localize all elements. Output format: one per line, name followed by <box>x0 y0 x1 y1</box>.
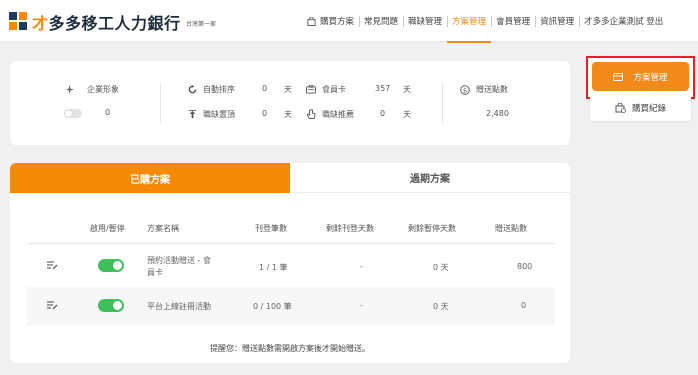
column-header-remaining-post-days: 剩餘刊登天數 <box>326 224 374 233</box>
table-row: 平台上線註冊活動 0 / 100 筆 - 0 天 0 <box>27 287 555 325</box>
tab-purchased-plans[interactable]: 已購方案 <box>10 163 290 193</box>
stat-label: 職缺置頂 <box>203 110 235 119</box>
notice-text: 提醒您：贈送點數需開啟方案後才開始贈送。 <box>210 344 370 353</box>
nav-label: 方案管理 <box>452 17 487 27</box>
nav-label: 資訊管理 <box>540 17 575 27</box>
card-icon <box>613 72 624 81</box>
plan-name: 預約活動贈送 - 會 員卡 <box>147 255 211 279</box>
nav-label: 會員管理 <box>496 17 531 27</box>
nav-plan-manage[interactable]: 方案管理 <box>447 0 492 43</box>
remaining-post-days: - <box>360 301 363 310</box>
divider <box>442 83 443 123</box>
hand-pointer-icon <box>306 109 316 119</box>
post-count: 0 / 100 筆 <box>253 302 292 311</box>
arrow-up-icon <box>188 110 197 119</box>
nav-job-manage[interactable]: 職缺管理 <box>403 0 447 42</box>
gift-points: 0 <box>521 301 527 310</box>
plan-stats-card: 企業形象 0 自動排序 0 天 職缺置頂 0 天 會員卡 357 天 職缺推薦 … <box>10 61 570 145</box>
tab-expired-plans[interactable]: 過期方案 <box>290 163 570 193</box>
remaining-pause-days: 0 天 <box>433 302 449 311</box>
main-nav: 購買方案 常見問題 職缺管理 方案管理 會員管理 資訊管理 才多多企業測試 登出 <box>302 0 668 43</box>
plan-name: 平台上線註冊活動 <box>147 302 211 311</box>
stat-value: 0 <box>262 84 268 93</box>
card-icon <box>306 85 316 94</box>
table-header-divider <box>27 243 555 244</box>
plans-card: 已購方案 過期方案 啟用/暫停 方案名稱 刊登筆數 剩餘刊登天數 剩餘暫停天數 … <box>10 163 570 363</box>
edit-icon[interactable] <box>47 261 58 270</box>
stat-label: 職缺推薦 <box>322 110 354 119</box>
side-menu-label: 方案管理 <box>633 72 668 83</box>
stat-member-card: 會員卡 <box>306 84 346 95</box>
column-header-enable: 啟用/暫停 <box>90 224 125 233</box>
nav-label: 常見問題 <box>364 17 399 27</box>
edit-icon[interactable] <box>47 301 58 310</box>
brand-name[interactable]: 才多多移工人力銀行 <box>32 10 181 34</box>
enable-toggle[interactable] <box>98 259 124 272</box>
nav-member-manage[interactable]: 會員管理 <box>491 0 535 42</box>
column-header-post-count: 刊登筆數 <box>255 224 287 233</box>
brand-subtitle: 台灣第一家 <box>186 21 217 28</box>
divider <box>160 83 161 123</box>
svg-text:$: $ <box>463 86 467 94</box>
plan-name-line: 員卡 <box>147 268 163 277</box>
stat-auto-sort: 自動排序 <box>188 84 235 95</box>
stat-value: 2,480 <box>486 109 509 118</box>
stat-value: 0 <box>380 109 386 118</box>
enterprise-image-toggle[interactable] <box>64 109 82 118</box>
dollar-coin-icon: $ <box>460 84 470 95</box>
stat-unit: 天 <box>284 85 292 94</box>
nav-account-logout[interactable]: 才多多企業測試 登出 <box>579 0 668 42</box>
stat-label: 自動排序 <box>203 85 235 94</box>
stat-label: 贈送點數 <box>476 85 508 94</box>
bag-icon <box>307 16 316 26</box>
column-header-remaining-pause-days: 剩餘暫停天數 <box>408 224 456 233</box>
stat-label: 企業形象 <box>87 85 119 94</box>
refresh-icon <box>188 85 197 94</box>
side-menu-purchase-record[interactable]: 購買紀錄 <box>590 94 691 121</box>
stat-job-top: 職缺置頂 <box>188 109 235 120</box>
sparkle-icon <box>66 85 75 94</box>
nav-label: 購買方案 <box>320 17 355 27</box>
top-header: 才多多移工人力銀行 台灣第一家 購買方案 常見問題 職缺管理 方案管理 會員管理… <box>0 0 698 43</box>
nav-label: 才多多企業測試 登出 <box>584 17 664 27</box>
stat-gift-points: $ 贈送點數 <box>460 84 508 95</box>
nav-faq[interactable]: 常見問題 <box>359 0 403 42</box>
side-menu-label: 購買紀錄 <box>631 103 666 114</box>
column-header-gift-points: 贈送點數 <box>495 224 527 233</box>
bag-icon <box>615 102 626 113</box>
logo-icon <box>9 12 27 30</box>
stat-value: 357 <box>375 84 391 93</box>
stat-enterprise-image: 企業形象 <box>66 84 119 95</box>
table-row: 預約活動贈送 - 會 員卡 1 / 1 筆 - 0 天 800 <box>27 246 555 284</box>
nav-buy-plan[interactable]: 購買方案 <box>302 0 359 42</box>
stat-value: 0 <box>262 109 268 118</box>
stat-value: 0 <box>105 108 111 117</box>
stat-unit: 天 <box>403 110 411 119</box>
nav-label: 職缺管理 <box>408 17 443 27</box>
column-header-plan-name: 方案名稱 <box>147 224 179 233</box>
plan-name-line: 預約活動贈送 - 會 <box>147 256 211 265</box>
nav-info-manage[interactable]: 資訊管理 <box>535 0 579 42</box>
remaining-post-days: - <box>360 262 363 271</box>
stat-label: 會員卡 <box>322 85 346 94</box>
remaining-pause-days: 0 天 <box>433 263 449 272</box>
enable-toggle[interactable] <box>98 299 124 312</box>
post-count: 1 / 1 筆 <box>259 263 288 272</box>
stat-unit: 天 <box>403 85 411 94</box>
gift-points: 800 <box>517 262 533 271</box>
stat-job-recommend: 職缺推薦 <box>306 109 354 120</box>
side-menu-plan-manage-highlight: 方案管理 <box>586 56 695 99</box>
stat-unit: 天 <box>284 110 292 119</box>
side-menu-plan-manage[interactable]: 方案管理 <box>592 62 689 91</box>
